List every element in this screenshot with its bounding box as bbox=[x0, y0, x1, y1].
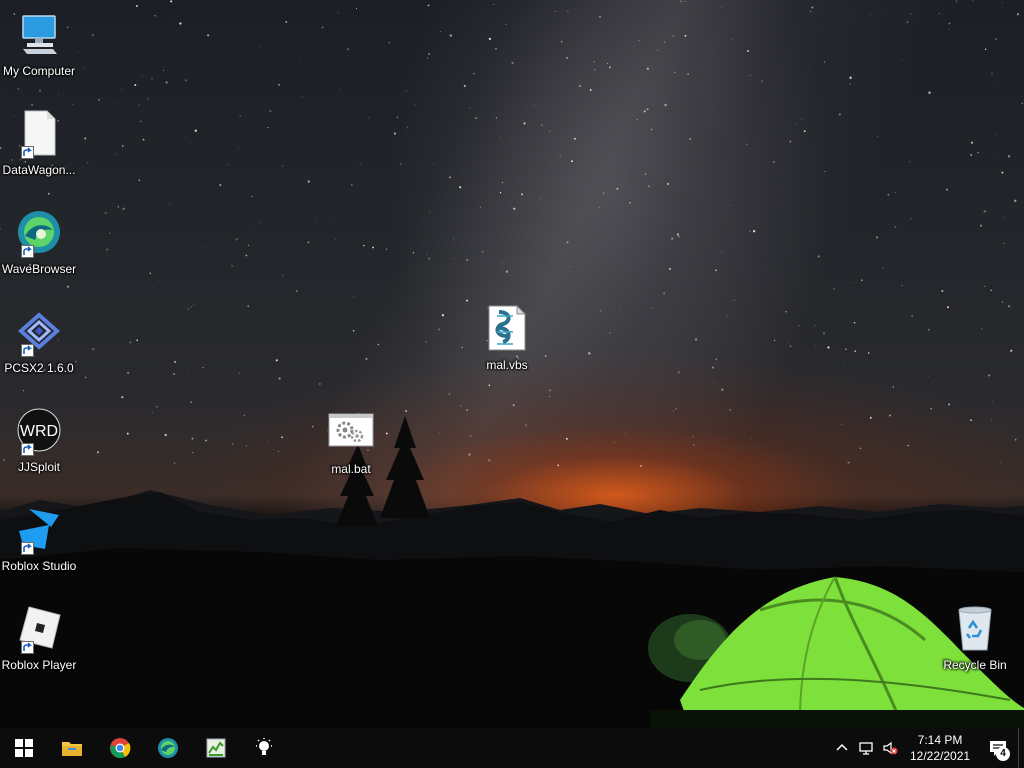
shortcut-arrow-icon bbox=[21, 344, 34, 357]
pcsx2-icon bbox=[15, 307, 63, 357]
desktop-icon-label: Roblox Player bbox=[1, 658, 77, 672]
recycle-bin-icon bbox=[951, 604, 999, 652]
wavebrowser-icon bbox=[15, 208, 63, 258]
chevron-up-icon bbox=[836, 743, 848, 751]
tips-icon bbox=[256, 738, 272, 755]
batch-file-icon bbox=[327, 408, 375, 456]
desktop-icon-label: JJSploit bbox=[17, 460, 61, 474]
desktop-icon-mal-bat[interactable]: mal.bat bbox=[312, 402, 390, 492]
jjsploit-icon: WRD bbox=[15, 406, 63, 456]
desktop-icon-label: PCSX2 1.6.0 bbox=[4, 361, 74, 375]
desktop-icon-label: Roblox Studio bbox=[1, 559, 77, 573]
desktop-icon-my-computer[interactable]: My Computer bbox=[0, 4, 78, 94]
edge-icon bbox=[158, 738, 178, 758]
desktop-icon-pcsx2[interactable]: PCSX2 1.6.0 bbox=[0, 301, 78, 391]
desktop-icon-mal-vbs[interactable]: mal.vbs bbox=[468, 298, 546, 388]
desktop-icon-label: mal.vbs bbox=[486, 358, 528, 372]
show-desktop-button[interactable] bbox=[1018, 728, 1024, 768]
show-hidden-icons-button[interactable] bbox=[830, 728, 854, 768]
desktop-icon-label: mal.bat bbox=[331, 462, 371, 476]
shortcut-arrow-icon bbox=[21, 146, 34, 159]
volume-button[interactable] bbox=[878, 728, 902, 768]
taskbar-chrome[interactable] bbox=[96, 728, 144, 768]
desktop-icon-recycle-bin[interactable]: Recycle Bin bbox=[936, 598, 1014, 688]
windows-logo-icon bbox=[15, 739, 33, 757]
desktop-icon-label: WaveBrowser bbox=[1, 262, 77, 276]
clock-date: 12/22/2021 bbox=[910, 749, 971, 763]
computer-icon bbox=[15, 10, 63, 58]
desktop-icon-wavebrowser[interactable]: WaveBrowser bbox=[0, 202, 78, 292]
taskbar: 7:14 PM 12/22/2021 4 bbox=[0, 728, 1024, 768]
clock-time: 7:14 PM bbox=[917, 733, 963, 747]
network-icon bbox=[859, 742, 873, 755]
shortcut-arrow-icon bbox=[21, 245, 34, 258]
shortcut-arrow-icon bbox=[21, 443, 34, 456]
volume-muted-icon bbox=[883, 741, 898, 755]
clock[interactable]: 7:14 PM 12/22/2021 bbox=[902, 732, 978, 764]
roblox-player-icon bbox=[15, 604, 63, 654]
shortcut-arrow-icon bbox=[21, 641, 34, 654]
desktop-icon-label: My Computer bbox=[2, 64, 76, 78]
taskbar-file-explorer[interactable] bbox=[48, 728, 96, 768]
desktop-icon-datawagon[interactable]: DataWagon... bbox=[0, 103, 78, 193]
system-tray: 7:14 PM 12/22/2021 4 bbox=[830, 728, 1024, 768]
desktop-icon-roblox-player[interactable]: Roblox Player bbox=[0, 598, 78, 688]
chrome-icon bbox=[110, 738, 131, 759]
desktop-icon-jjsploit[interactable]: WRD JJSploit bbox=[0, 400, 78, 490]
shortcut-arrow-icon bbox=[21, 542, 34, 555]
vbs-script-icon bbox=[483, 304, 531, 352]
start-button[interactable] bbox=[0, 728, 48, 768]
svg-text:WRD: WRD bbox=[20, 423, 58, 440]
blank-file-icon bbox=[15, 109, 63, 159]
desktop-icon-roblox-studio[interactable]: Roblox Studio bbox=[0, 499, 78, 589]
roblox-studio-icon bbox=[15, 505, 63, 555]
action-center-button[interactable]: 4 bbox=[978, 728, 1018, 768]
taskbar-tips[interactable] bbox=[240, 728, 288, 768]
desktop-background: My Computer DataWagon... WaveBrowser PCS… bbox=[0, 0, 1024, 728]
file-explorer-icon bbox=[62, 742, 82, 756]
taskbar-edge[interactable] bbox=[144, 728, 192, 768]
notification-count-badge: 4 bbox=[996, 747, 1010, 761]
task-manager-icon bbox=[206, 738, 226, 758]
taskbar-task-manager[interactable] bbox=[192, 728, 240, 768]
desktop-icon-label: DataWagon... bbox=[2, 163, 76, 177]
network-button[interactable] bbox=[854, 728, 878, 768]
desktop-icon-label: Recycle Bin bbox=[943, 658, 1007, 672]
